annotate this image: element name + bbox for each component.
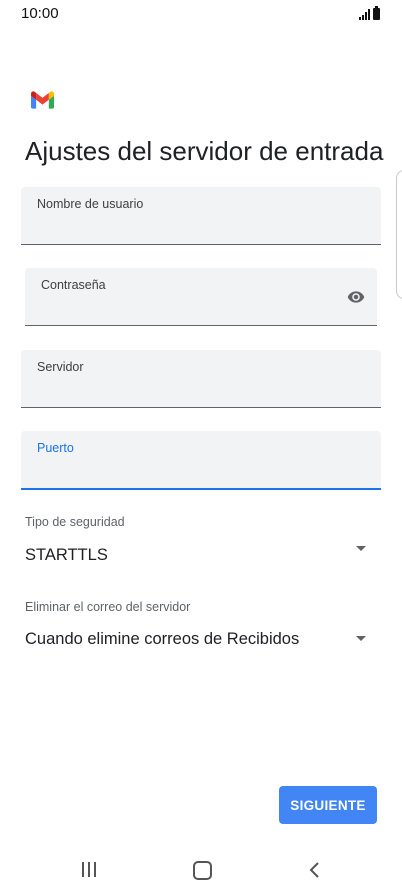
port-input[interactable]	[37, 458, 365, 482]
password-input[interactable]	[41, 295, 329, 319]
signal-icon	[359, 9, 370, 20]
security-dropdown-arrow-icon[interactable]	[356, 546, 366, 551]
visibility-eye-icon[interactable]	[345, 288, 367, 306]
password-field[interactable]: Contraseña	[25, 268, 377, 326]
next-button[interactable]: SIGUIENTE	[279, 786, 377, 824]
password-label: Contraseña	[41, 278, 106, 292]
back-icon[interactable]	[307, 861, 323, 879]
port-field[interactable]: Puerto	[21, 431, 381, 490]
server-field[interactable]: Servidor	[21, 350, 381, 408]
username-input[interactable]	[37, 214, 365, 238]
gmail-logo	[31, 91, 54, 109]
recents-icon[interactable]	[82, 862, 96, 877]
home-icon[interactable]	[193, 861, 212, 880]
page-title: Ajustes del servidor de entrada	[25, 136, 384, 166]
username-field[interactable]: Nombre de usuario	[21, 187, 381, 245]
battery-icon	[373, 6, 380, 20]
security-type-label: Tipo de seguridad	[25, 515, 125, 529]
delete-mail-select[interactable]: Cuando elimine correos de Recibidos	[25, 630, 299, 649]
scroll-handle[interactable]	[396, 170, 402, 299]
status-time: 10:00	[21, 5, 59, 22]
navigation-bar	[0, 850, 402, 893]
port-label: Puerto	[37, 441, 74, 455]
delete-mail-dropdown-arrow-icon[interactable]	[356, 636, 366, 641]
status-icons	[359, 6, 380, 20]
server-label: Servidor	[37, 360, 84, 374]
security-type-select[interactable]: STARTTLS	[25, 546, 108, 565]
delete-mail-label: Eliminar el correo del servidor	[25, 600, 191, 614]
status-bar: 10:00	[0, 0, 402, 28]
username-label: Nombre de usuario	[37, 197, 144, 211]
server-input[interactable]	[37, 377, 365, 401]
